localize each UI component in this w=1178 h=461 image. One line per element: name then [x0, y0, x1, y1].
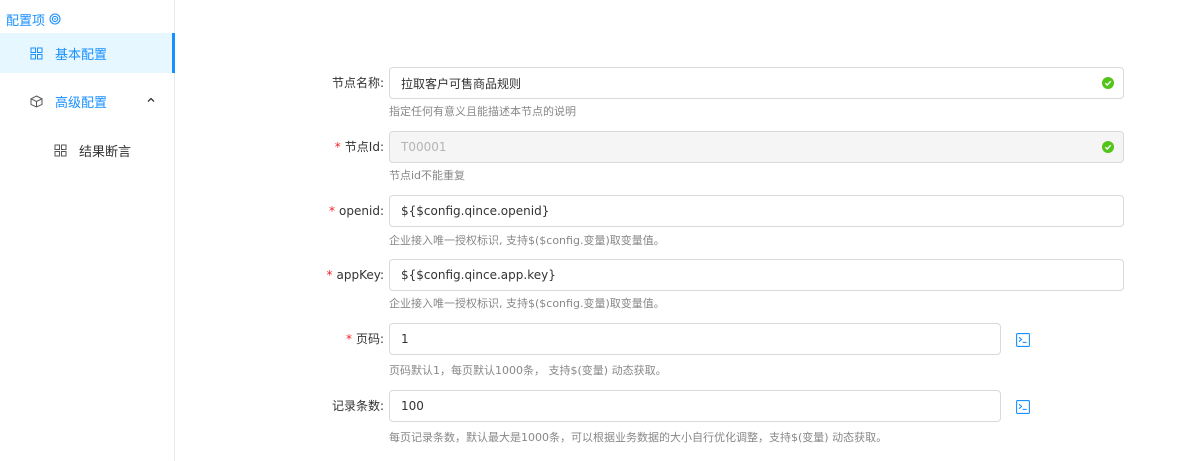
page-number-label: * 页码:	[345, 332, 384, 346]
required-mark: *	[334, 140, 341, 154]
record-count-input[interactable]	[389, 390, 1001, 422]
check-circle-icon	[1102, 141, 1114, 153]
terminal-icon[interactable]	[1016, 333, 1030, 347]
sidebar-item-label: 结果断言	[79, 144, 132, 160]
appkey-hint: 企业接入唯一授权标识, 支持$($config.变量)取变量值。	[389, 297, 665, 310]
terminal-icon[interactable]	[1016, 400, 1030, 414]
required-mark: *	[345, 332, 352, 346]
chevron-up-icon[interactable]	[147, 96, 155, 104]
target-icon	[49, 13, 61, 25]
sidebar-item-advanced-config[interactable]: 高级配置	[0, 81, 175, 121]
required-mark: *	[329, 204, 336, 218]
sidebar-item-result-assert[interactable]: 结果断言	[0, 130, 175, 170]
openid-label: * openid:	[329, 204, 384, 218]
page-number-hint: 页码默认1，每页默认1000条， 支持$(变量) 动态获取。	[389, 364, 667, 377]
required-mark: *	[326, 268, 333, 282]
sidebar-item-label: 高级配置	[55, 95, 108, 111]
sidebar: 配置项 基本配置 高级配置 结果断言	[0, 0, 175, 461]
appkey-input[interactable]	[389, 259, 1124, 291]
check-circle-icon	[1102, 77, 1114, 89]
sidebar-title-text: 配置项	[6, 13, 46, 29]
node-name-hint: 指定任何有意义且能描述本节点的说明	[389, 105, 576, 118]
node-name-input[interactable]	[389, 67, 1124, 99]
node-id-hint: 节点id不能重复	[389, 169, 466, 182]
sidebar-title: 配置项	[6, 9, 61, 29]
page-number-input[interactable]	[389, 323, 1001, 355]
grid-icon	[30, 47, 43, 59]
sidebar-item-label: 基本配置	[55, 47, 108, 63]
grid-icon	[54, 144, 67, 156]
cube-icon	[30, 94, 43, 108]
appkey-label: * appKey:	[326, 268, 384, 282]
record-count-label: 记录条数:	[331, 399, 384, 413]
node-name-label: 节点名称:	[331, 76, 384, 90]
record-count-hint: 每页记录条数，默认最大是1000条，可以根据业务数据的大小自行优化调整，支持$(…	[389, 431, 888, 444]
openid-hint: 企业接入唯一授权标识, 支持$($config.变量)取变量值。	[389, 234, 665, 247]
node-id-label: * 节点Id:	[334, 140, 384, 154]
node-id-input	[389, 131, 1124, 163]
openid-input[interactable]	[389, 195, 1124, 227]
sidebar-item-basic-config[interactable]: 基本配置	[0, 33, 175, 73]
